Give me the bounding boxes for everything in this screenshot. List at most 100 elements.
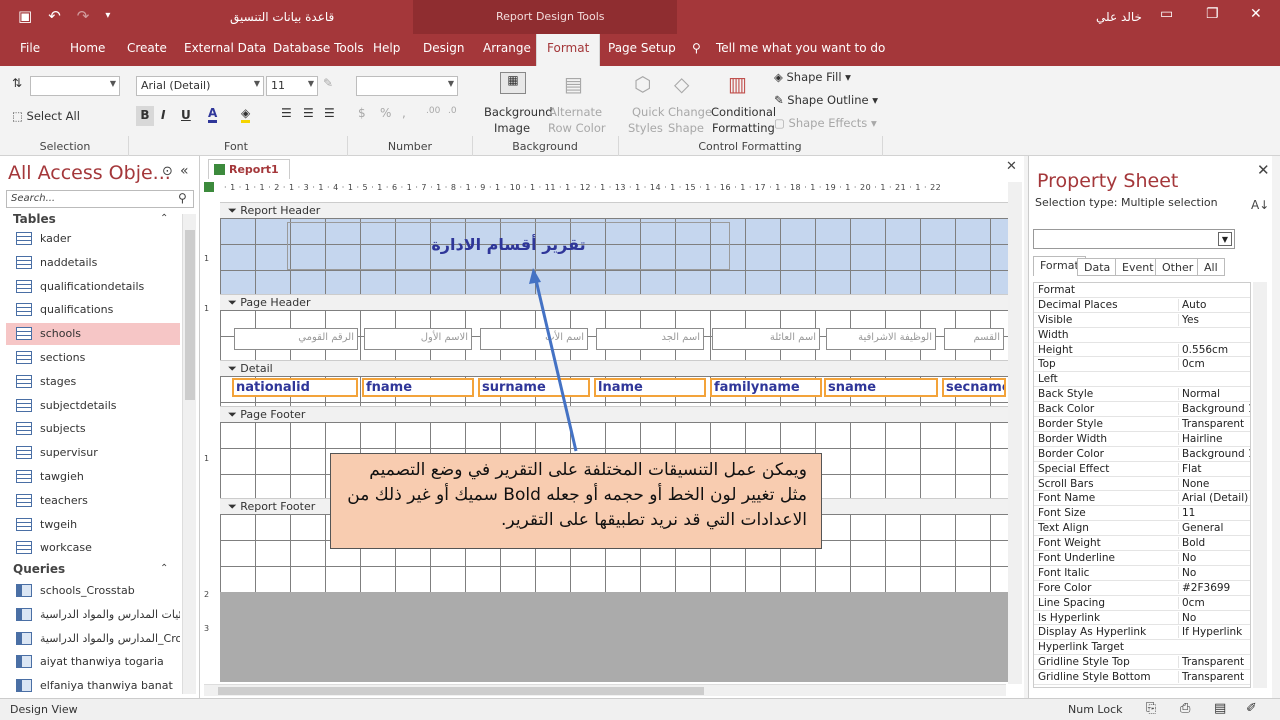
- page-footer-bar[interactable]: ⏷ Page Footer: [220, 406, 1008, 422]
- header-label-familyname[interactable]: اسم العائلة: [712, 328, 820, 350]
- page-header-section[interactable]: الرقم القومي الاسم الأول اسم الأب اسم ال…: [220, 310, 1008, 360]
- field-secname[interactable]: secname: [942, 378, 1006, 397]
- tab-format[interactable]: Format: [536, 34, 601, 66]
- property-row[interactable]: Line Spacing 0cm: [1034, 596, 1250, 611]
- report-header-bar[interactable]: ⏷ Report Header: [220, 202, 1008, 218]
- nav-table-item[interactable]: stages: [6, 371, 180, 393]
- decrease-decimal-icon[interactable]: .0: [448, 106, 457, 116]
- alternate-row-color-button[interactable]: Alternate: [549, 105, 602, 119]
- close-report-icon[interactable]: ✕: [1006, 159, 1017, 174]
- redo-icon[interactable]: ↷: [77, 7, 90, 25]
- number-format-combo[interactable]: ▼: [356, 76, 458, 96]
- quick-styles-button[interactable]: Quick: [632, 105, 665, 119]
- align-right-icon[interactable]: ☰: [324, 106, 335, 120]
- nav-menu-icon[interactable]: ⊙: [162, 164, 173, 179]
- shape-effects-button[interactable]: ▢ Shape Effects ▾: [774, 116, 877, 130]
- property-scrollbar[interactable]: [1253, 282, 1267, 688]
- header-label-fname[interactable]: الاسم الأول: [364, 328, 472, 350]
- property-row[interactable]: Back Style Normal: [1034, 387, 1250, 403]
- print-preview-icon[interactable]: ⎙: [1180, 701, 1190, 716]
- nav-table-item[interactable]: sections: [6, 347, 180, 369]
- property-row[interactable]: Decimal Places Auto: [1034, 298, 1250, 313]
- property-row[interactable]: Border Color Background 1: [1034, 447, 1250, 462]
- nav-collapse-icon[interactable]: «: [180, 163, 189, 179]
- property-row[interactable]: Font Size 11: [1034, 506, 1250, 522]
- ps-tab-other[interactable]: Other: [1155, 258, 1201, 276]
- nav-table-item[interactable]: qualifications: [6, 299, 180, 321]
- queries-category[interactable]: Queries: [13, 562, 65, 576]
- field-sname[interactable]: sname: [824, 378, 938, 397]
- increase-decimal-icon[interactable]: .00: [426, 106, 440, 116]
- property-row[interactable]: Visible Yes: [1034, 313, 1250, 328]
- field-fname[interactable]: fname: [362, 378, 474, 397]
- property-row[interactable]: Gridline Style Top Transparent: [1034, 655, 1250, 671]
- font-color-button[interactable]: A: [208, 106, 218, 123]
- font-size-combo[interactable]: 11 ▼: [266, 76, 318, 96]
- header-label-secname[interactable]: القسم: [944, 328, 1004, 350]
- tab-page-setup[interactable]: Page Setup: [608, 41, 676, 55]
- property-row[interactable]: Top 0cm: [1034, 357, 1250, 373]
- property-row[interactable]: Back Color Background 1: [1034, 402, 1250, 418]
- comma-icon[interactable]: ,: [402, 106, 406, 120]
- tab-design[interactable]: Design: [423, 41, 464, 55]
- nav-table-item[interactable]: supervisur: [6, 442, 180, 464]
- property-row[interactable]: Special Effect Flat: [1034, 462, 1250, 477]
- nav-table-item[interactable]: qualificationdetails: [6, 276, 180, 298]
- header-label-nationalid[interactable]: الرقم القومي: [234, 328, 358, 350]
- nav-query-item[interactable]: المدارس والمواد الدراسية_Crosst...: [6, 628, 180, 650]
- fill-color-button[interactable]: ◈: [241, 106, 251, 123]
- nav-search-input[interactable]: Search...: [6, 190, 194, 208]
- background-image-icon[interactable]: ▦: [500, 72, 526, 94]
- quick-styles-icon[interactable]: ⬡: [634, 72, 651, 96]
- report-title-label[interactable]: تقرير أقسام الادارة: [287, 222, 730, 270]
- align-center-icon[interactable]: ☰: [303, 106, 314, 120]
- property-sheet-close-icon[interactable]: ✕: [1257, 161, 1270, 179]
- nav-table-item[interactable]: kader: [6, 228, 180, 250]
- property-row[interactable]: Is Hyperlink No: [1034, 611, 1250, 626]
- property-row[interactable]: Format: [1034, 283, 1250, 298]
- font-family-combo[interactable]: Arial (Detail) ▼: [136, 76, 264, 96]
- tab-file[interactable]: File: [20, 41, 40, 55]
- field-nationalid[interactable]: nationalid: [232, 378, 358, 397]
- ribbon-display-icon[interactable]: ▭: [1160, 6, 1173, 22]
- italic-button[interactable]: I: [161, 108, 165, 122]
- field-lname[interactable]: lname: [594, 378, 706, 397]
- property-row[interactable]: Gridline Style Bottom Transparent: [1034, 670, 1250, 686]
- field-familyname[interactable]: familyname: [710, 378, 822, 397]
- change-shape-button[interactable]: Change: [668, 105, 712, 119]
- tables-category[interactable]: Tables: [13, 212, 56, 226]
- property-row[interactable]: Left: [1034, 372, 1250, 388]
- tab-help[interactable]: Help: [373, 41, 400, 55]
- tab-database-tools[interactable]: Database Tools: [273, 41, 364, 55]
- property-row[interactable]: Font Underline No: [1034, 551, 1250, 566]
- nav-table-item[interactable]: schools: [6, 323, 180, 346]
- nav-table-item[interactable]: workcase: [6, 537, 180, 559]
- property-row[interactable]: Width: [1034, 328, 1250, 343]
- save-icon[interactable]: ▣: [18, 7, 32, 25]
- layout-view-icon[interactable]: ▤: [1214, 701, 1226, 716]
- nav-pane-title[interactable]: All Access Obje...: [8, 162, 171, 184]
- nav-table-item[interactable]: teachers: [6, 490, 180, 512]
- shape-fill-button[interactable]: ◈ Shape Fill ▾: [774, 70, 851, 84]
- report-hscroll-thumb[interactable]: [218, 687, 704, 695]
- underline-button[interactable]: U: [181, 108, 191, 122]
- property-row[interactable]: Text Align General: [1034, 521, 1250, 537]
- property-icon[interactable]: ⇅: [12, 76, 22, 90]
- background-image-button[interactable]: Background: [484, 105, 553, 119]
- chevron-down-icon[interactable]: ▼: [1218, 232, 1232, 246]
- tab-home[interactable]: Home: [70, 41, 105, 55]
- property-row[interactable]: Hyperlink Target: [1034, 640, 1250, 656]
- report-tab[interactable]: Report1: [208, 159, 290, 179]
- property-row[interactable]: Scroll Bars None: [1034, 477, 1250, 492]
- report-vertical-scrollbar[interactable]: [1008, 182, 1022, 684]
- page-header-bar[interactable]: ⏷ Page Header: [220, 294, 1008, 310]
- nav-query-item[interactable]: aiyat thanwiya togaria: [6, 651, 180, 673]
- ps-tab-event[interactable]: Event: [1115, 258, 1161, 276]
- detail-section[interactable]: nationalid fname surname lname familynam…: [220, 376, 1008, 406]
- format-painter-icon[interactable]: ✎: [323, 76, 333, 90]
- field-surname[interactable]: surname: [478, 378, 590, 397]
- nav-query-item[interactable]: elfaniya thanwiya banat: [6, 675, 180, 697]
- change-shape-icon[interactable]: ◇: [674, 72, 689, 96]
- shape-outline-button[interactable]: ✎ Shape Outline ▾: [774, 93, 878, 107]
- nav-query-item[interactable]: schools_Crosstab: [6, 580, 180, 602]
